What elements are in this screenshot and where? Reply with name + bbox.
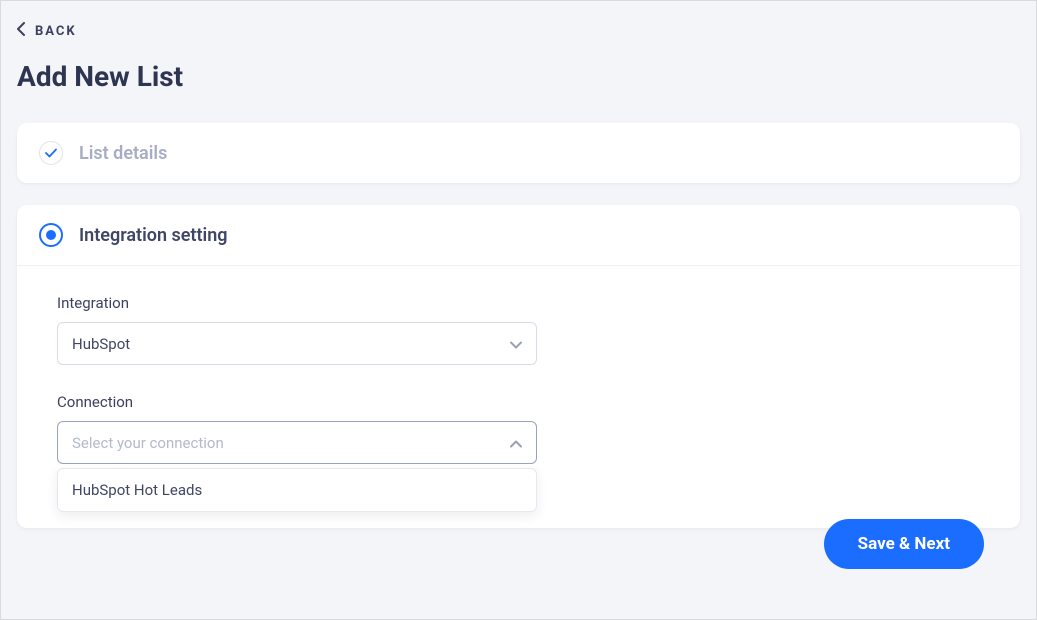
list-details-title: List details [79, 143, 167, 164]
radio-active-icon [39, 223, 63, 247]
back-button[interactable]: BACK [17, 22, 77, 40]
page-title: Add New List [17, 60, 1020, 93]
connection-label: Connection [57, 393, 537, 411]
connection-dropdown: HubSpot Hot Leads [57, 468, 537, 512]
list-details-section[interactable]: List details [17, 123, 1020, 183]
integration-label: Integration [57, 294, 537, 312]
back-label: BACK [35, 24, 77, 39]
integration-selected-value: HubSpot [72, 335, 130, 353]
chevron-left-icon [17, 22, 25, 40]
connection-option[interactable]: HubSpot Hot Leads [58, 469, 536, 511]
chevron-down-icon [510, 334, 522, 353]
integration-select[interactable]: HubSpot [57, 322, 537, 365]
save-next-button[interactable]: Save & Next [824, 519, 984, 569]
connection-select[interactable]: Select your connection [57, 421, 537, 464]
integration-setting-title: Integration setting [79, 225, 228, 246]
chevron-up-icon [510, 433, 522, 452]
check-circle-icon [39, 141, 63, 165]
integration-setting-section: Integration setting Integration HubSpot … [17, 205, 1020, 528]
connection-placeholder: Select your connection [72, 434, 224, 452]
